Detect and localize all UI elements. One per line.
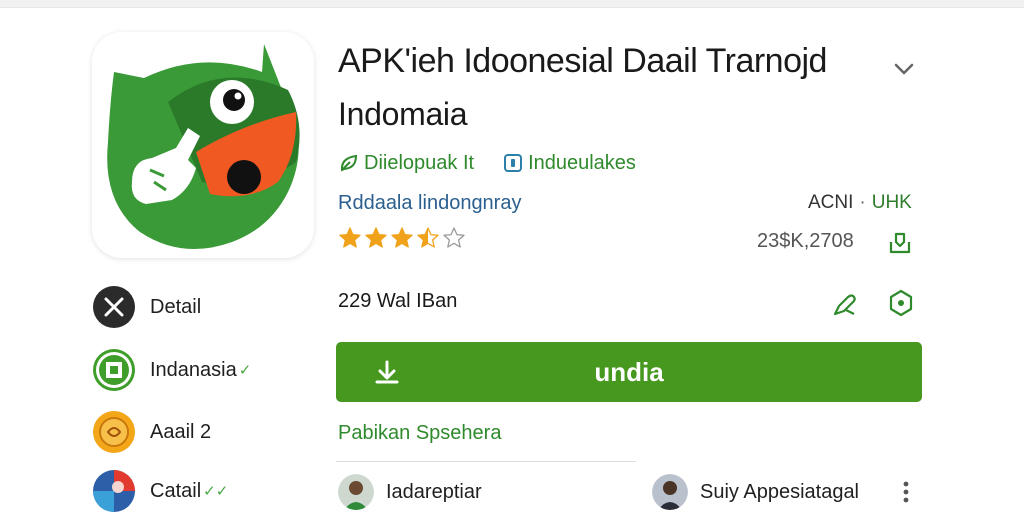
globe-icon [92, 469, 136, 512]
star-icon [339, 227, 361, 248]
tag-2: UHK [871, 192, 912, 213]
share-icon[interactable] [886, 228, 914, 256]
info-icon[interactable] [886, 288, 916, 318]
meta-item-1-label: Diielopuak It [364, 151, 475, 174]
download-icon [375, 360, 399, 384]
check-mark-icon: ✓ [238, 362, 252, 379]
side-item-label: Catail [150, 479, 202, 502]
more-link[interactable]: Pabikan Spsehera [338, 422, 501, 445]
developer-link[interactable]: Rddaala lindongnray [338, 192, 521, 215]
star-icon [443, 227, 465, 248]
person-item[interactable]: Iadareptiar [338, 472, 482, 512]
star-icon [417, 227, 439, 248]
sun-icon [92, 410, 136, 454]
side-item-catail[interactable]: Catail ✓✓ [92, 468, 228, 512]
tag-separator: · [859, 192, 866, 213]
meta-row: Diielopuak It Indueulakes [338, 149, 636, 177]
install-button[interactable]: undia [336, 342, 922, 402]
close-circle-icon [92, 285, 136, 329]
avatar [652, 474, 688, 510]
meta-item-2[interactable]: Indueulakes [502, 152, 636, 175]
tags: ACNI · UHK [808, 192, 912, 214]
install-button-label: undia [594, 356, 664, 387]
top-divider [0, 0, 1024, 8]
side-item-indanasia[interactable]: Indanasia ✓ [92, 347, 251, 393]
side-item-label: Detail [150, 295, 202, 318]
side-item-aaail[interactable]: Aaail 2 [92, 409, 211, 455]
side-item-label: Indanasia [150, 358, 237, 381]
check-mark-icon: ✓✓ [203, 483, 229, 500]
side-item-detail[interactable]: Detail [92, 284, 201, 330]
avatar [338, 474, 374, 510]
star-icon [365, 227, 387, 248]
divider [336, 461, 636, 462]
app-icon [92, 32, 314, 258]
download-count: 229 Wal IBan [338, 290, 458, 312]
person-name: Iadareptiar [386, 480, 482, 503]
wishlist-icon[interactable] [830, 290, 860, 320]
review-count: 23$K,2708 [757, 230, 854, 252]
leaf-icon [340, 154, 358, 172]
meta-item-1[interactable]: Diielopuak It [338, 152, 474, 175]
more-vert-icon[interactable] [896, 478, 916, 506]
app-subtitle: Indomaia [338, 96, 468, 132]
person-name: Suiy Appesiatagal [700, 480, 860, 503]
tag-1: ACNI [808, 192, 854, 213]
app-title: APK'ieh Idoonesial Daail Trarnojd [338, 42, 827, 80]
square-badge-icon [92, 348, 136, 392]
rating-stars [338, 226, 466, 250]
side-item-label: Aaail 2 [150, 420, 212, 443]
person-item[interactable]: Suiy Appesiatagal [652, 472, 859, 512]
meta-item-2-label: Indueulakes [528, 151, 636, 174]
badge-icon [504, 154, 523, 172]
chevron-down-icon[interactable] [890, 55, 918, 83]
app-logo-icon [92, 32, 314, 258]
star-icon [391, 227, 413, 248]
